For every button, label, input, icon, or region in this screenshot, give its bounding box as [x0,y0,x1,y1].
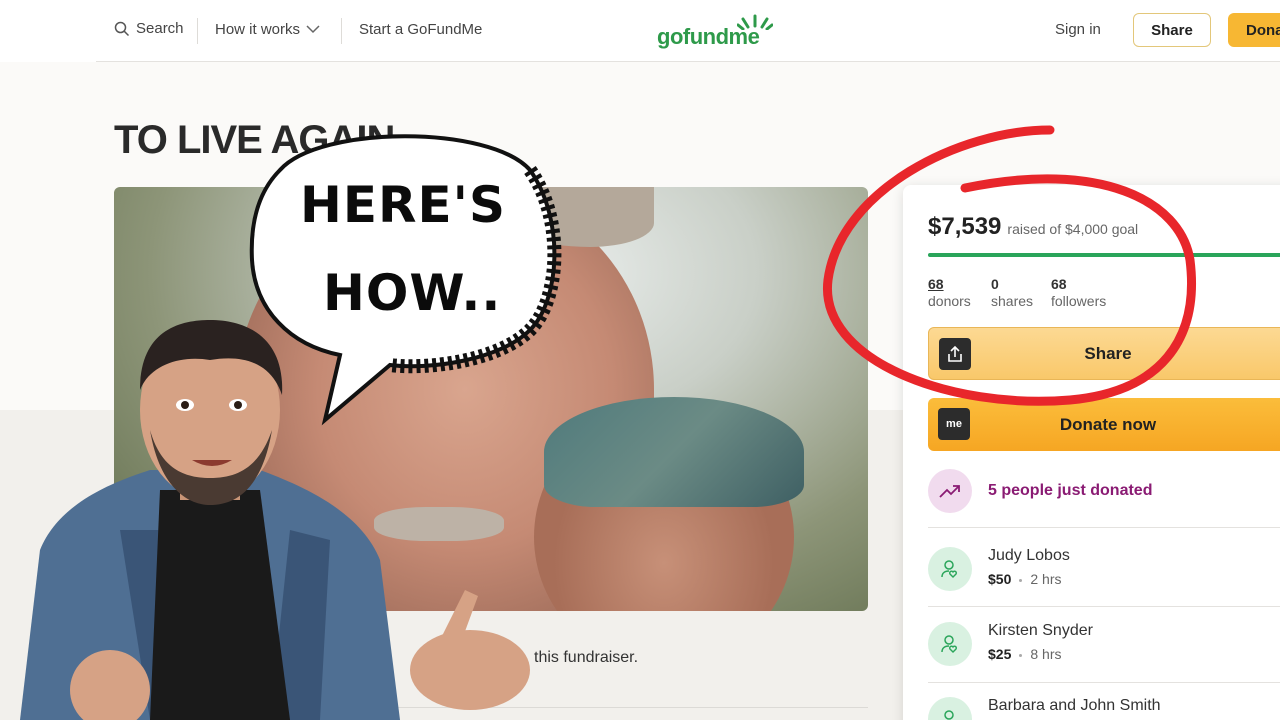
gofundme-me-icon: me [938,408,970,440]
header-share-button[interactable]: Share [1133,13,1211,47]
search-icon [114,21,130,36]
stat-label: donors [928,293,971,309]
donor-heart-icon [928,547,972,591]
donor-name: Barbara and John Smith [988,697,1161,714]
donor-amount: $25 [988,646,1012,662]
raised-goal: raised of $4,000 goal [1007,221,1139,237]
donor-time: 8 hrs [1030,646,1062,662]
header-donate-button[interactable]: Dona [1228,13,1280,47]
share-button[interactable]: Share [928,327,1280,380]
bubble-text-line2: HOW.. [323,264,502,322]
stat-value: 0 [991,276,999,292]
header-divider [96,61,1280,62]
recent-donations-text: 5 people just donated [988,482,1153,499]
donor-row: Barbara and John Smith [928,696,1161,720]
row-divider [928,606,1280,607]
donor-name: Kirsten Snyder [988,622,1093,639]
amount-raised: $7,539 raised of $4,000 goal [928,213,1138,241]
progress-bar [928,253,1280,257]
donor-amount: $50 [988,571,1012,587]
search-label: Search [136,20,184,37]
stat-label: followers [1051,293,1107,309]
separator-dot [1019,578,1023,582]
row-divider [928,682,1280,683]
trending-up-icon [928,469,972,513]
page: Search How it works Start a GoFundMe gof… [0,0,1280,720]
donate-now-button[interactable]: me Donate now [928,398,1280,451]
recent-donations[interactable]: 5 people just donated [928,469,1152,513]
share-upload-icon [939,338,971,370]
sign-in-link[interactable]: Sign in [1055,21,1101,38]
logo-text: gofundme [657,24,760,49]
search-link[interactable]: Search [114,20,184,37]
separator-dot [1019,653,1023,657]
stat-value: 68 [928,276,944,292]
stat-shares: 0 shares [991,276,1033,310]
how-it-works-menu[interactable]: How it works [215,21,320,38]
nav-divider [197,18,198,44]
nav-divider [341,18,342,44]
top-navigation: Search How it works Start a GoFundMe gof… [0,0,1280,62]
gofundme-logo[interactable]: gofundme [657,14,777,49]
donor-row: Kirsten Snyder $25 8 hrs [928,621,1093,666]
donor-heart-icon [928,697,972,720]
start-gofundme-link[interactable]: Start a GoFundMe [359,21,482,38]
chevron-down-icon [306,25,320,34]
donate-button-label: Donate now [1059,414,1157,434]
stat-value: 68 [1051,276,1067,292]
donor-meta: $25 8 hrs [988,646,1093,662]
bubble-text-line1: HERE'S [300,176,506,234]
donor-name: Judy Lobos [988,547,1070,564]
stat-label: shares [991,293,1034,309]
stat-donors[interactable]: 68 donors [928,276,971,310]
row-divider [928,527,1280,528]
share-button-label: Share [1084,343,1132,363]
how-it-works-label: How it works [215,21,301,38]
donor-row: Judy Lobos $50 2 hrs [928,546,1070,591]
donor-meta: $50 2 hrs [988,571,1070,587]
donor-heart-icon [928,622,972,666]
stat-followers: 68 followers [1051,276,1106,310]
photo-headscarf [544,397,804,507]
raised-amount: $7,539 [928,213,1002,240]
donor-time: 2 hrs [1030,571,1062,587]
